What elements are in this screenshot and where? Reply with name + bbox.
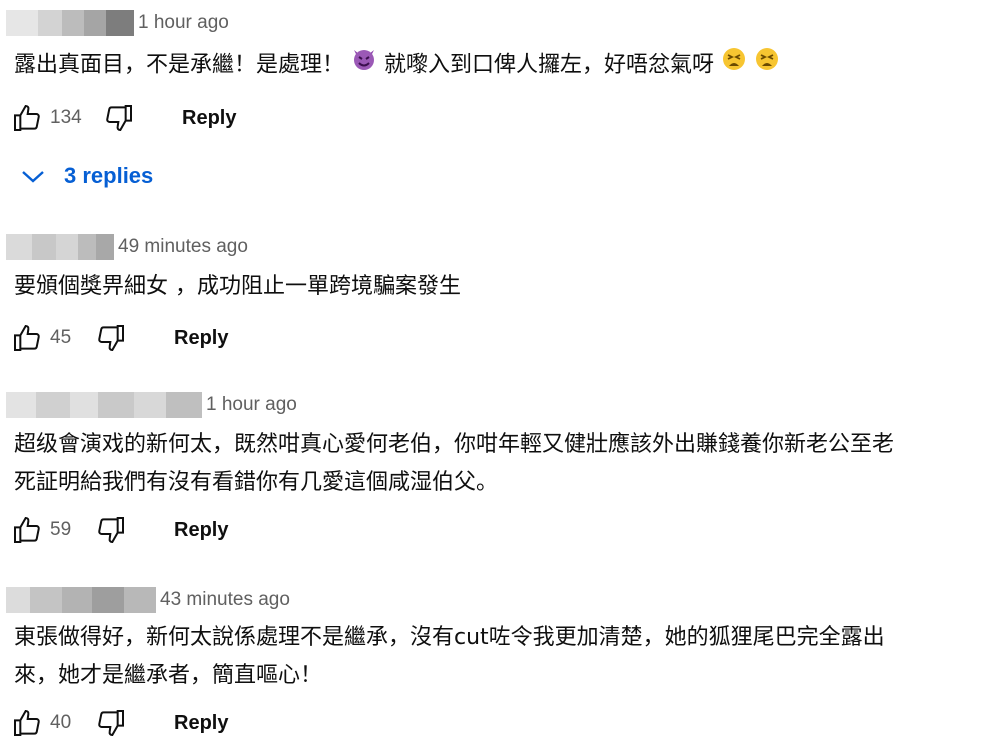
tired-face-emoji bbox=[754, 46, 780, 85]
comment-header: 1 hour ago bbox=[0, 10, 229, 36]
tired-face-emoji bbox=[721, 46, 747, 85]
view-replies-button[interactable]: 3 replies bbox=[20, 158, 153, 194]
timestamp[interactable]: 49 minutes ago bbox=[118, 236, 248, 258]
dislike-button[interactable] bbox=[94, 321, 128, 355]
like-count: 45 bbox=[50, 327, 72, 348]
reply-button[interactable]: Reply bbox=[174, 712, 228, 735]
thumbs-up-icon bbox=[14, 516, 40, 543]
comment-actions: 59 Reply bbox=[10, 510, 228, 550]
comment-text: 露出真面目，不是承繼！是處理！ 就嚟入到口俾人攞左，好唔忿氣呀 bbox=[14, 46, 984, 85]
timestamp[interactable]: 1 hour ago bbox=[138, 12, 229, 34]
pixelated-username[interactable] bbox=[6, 392, 202, 418]
chevron-down-icon bbox=[22, 171, 44, 183]
pixelated-username[interactable] bbox=[6, 10, 134, 36]
comment-text-part: 就嚟入到口俾人攞左，好唔忿氣呀 bbox=[377, 52, 715, 78]
dislike-button[interactable] bbox=[102, 101, 136, 135]
reply-button[interactable]: Reply bbox=[182, 107, 236, 130]
comment-actions: 134 Reply bbox=[10, 98, 236, 138]
dislike-button[interactable] bbox=[94, 513, 128, 547]
comment-header: 1 hour ago bbox=[0, 392, 297, 418]
smiling-devil-emoji bbox=[351, 46, 377, 85]
thumbs-down-icon bbox=[106, 105, 132, 132]
like-button[interactable] bbox=[10, 321, 44, 355]
thumbs-down-icon bbox=[98, 325, 124, 352]
comment-actions: 40 Reply bbox=[10, 703, 228, 743]
comment-text-part: 露出真面目，不是承繼！是處理！ bbox=[14, 52, 345, 78]
like-count: 40 bbox=[50, 712, 72, 733]
thumbs-down-icon bbox=[98, 517, 124, 544]
like-count: 59 bbox=[50, 519, 72, 540]
reply-button[interactable]: Reply bbox=[174, 327, 228, 350]
comment-text: 東張做得好，新何太說係處理不是繼承，沒有cut咗令我更加清楚，她的狐狸尾巴完全露… bbox=[14, 625, 885, 688]
like-count: 134 bbox=[50, 107, 82, 128]
like-button[interactable] bbox=[10, 706, 44, 740]
thumbs-down-icon bbox=[98, 710, 124, 737]
pixelated-username[interactable] bbox=[6, 234, 114, 260]
comment-text: 要頒個獎畀細女 ，成功阻止一單跨境騙案發生 bbox=[14, 274, 461, 299]
like-button[interactable] bbox=[10, 101, 44, 135]
comment-actions: 45 Reply bbox=[10, 318, 228, 358]
thumbs-up-icon bbox=[14, 709, 40, 736]
comment-text: 超级會演戏的新何太，既然咁真心愛何老伯，你咁年輕又健壯應該外出賺錢養你新老公至老… bbox=[14, 432, 895, 495]
comment-header: 43 minutes ago bbox=[0, 587, 290, 613]
comment-header: 49 minutes ago bbox=[0, 234, 248, 260]
thumbs-up-icon bbox=[14, 104, 40, 131]
pixelated-username[interactable] bbox=[6, 587, 156, 613]
dislike-button[interactable] bbox=[94, 706, 128, 740]
like-button[interactable] bbox=[10, 513, 44, 547]
reply-button[interactable]: Reply bbox=[174, 519, 228, 542]
timestamp[interactable]: 43 minutes ago bbox=[160, 589, 290, 611]
timestamp[interactable]: 1 hour ago bbox=[206, 394, 297, 416]
replies-label: 3 replies bbox=[64, 163, 154, 188]
thumbs-up-icon bbox=[14, 324, 40, 351]
